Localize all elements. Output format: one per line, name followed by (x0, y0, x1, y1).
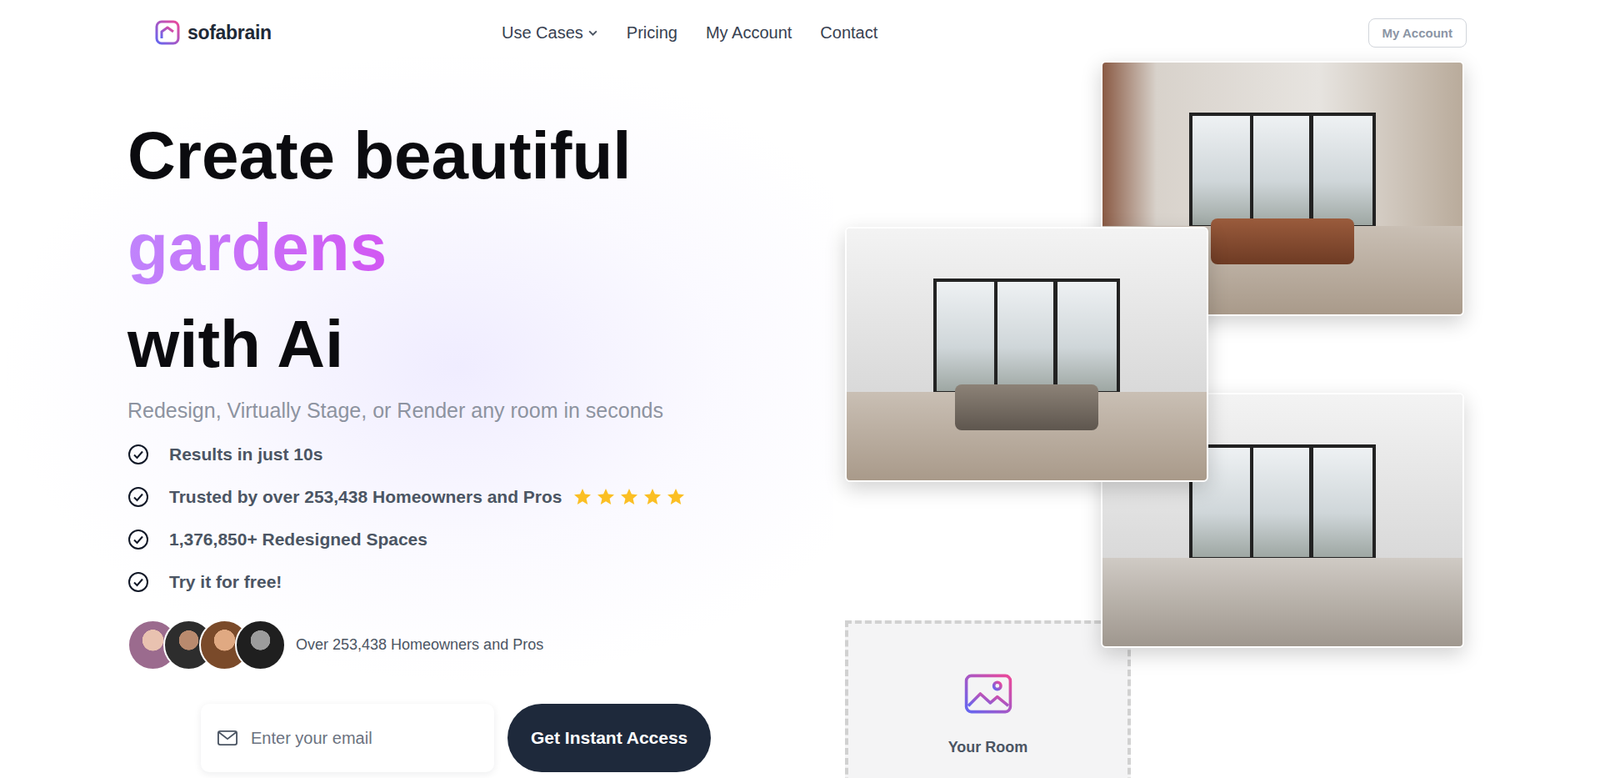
logo-house-icon (154, 19, 181, 46)
landing-page: sofabrain Use Cases Pricing My Account Conta… (0, 0, 1600, 778)
nav-item[interactable]: Use Cases (501, 23, 599, 43)
avatar (235, 619, 286, 670)
nav-item[interactable]: My Account (705, 23, 792, 43)
upload-label: Your Room (948, 738, 1029, 756)
hero: Create beautifulgardenswith Ai Redesign, … (0, 55, 845, 772)
feature-item: Try it for free! (127, 560, 845, 603)
email-field[interactable] (200, 703, 495, 772)
star-icon (595, 486, 616, 507)
star-icon (665, 486, 686, 507)
title-line: Create beautiful (127, 110, 845, 202)
feature-item: Trusted by over 253,438 Homeowners and P… (127, 475, 845, 518)
feature-item: 1,376,850+ Redesigned Spaces (127, 517, 845, 560)
star-icon (572, 486, 593, 507)
nav-item[interactable]: Contact (820, 23, 878, 43)
upload-dropzone[interactable]: Your Room (845, 620, 1131, 778)
title-line: with Ai (127, 298, 845, 390)
logo-text: sofabrain (187, 21, 272, 45)
nav-menu: Use Cases Pricing My Account Contact (501, 23, 878, 43)
star-icon (642, 486, 663, 507)
title-line: gardens (127, 201, 845, 299)
chevron-down-icon (587, 27, 599, 39)
mail-icon (215, 725, 240, 750)
account-button[interactable]: My Account (1368, 18, 1467, 48)
hero-subtitle: Redesign, Virtually Stage, or Render any… (127, 398, 845, 423)
star-icon (619, 486, 640, 507)
room-photo (845, 226, 1209, 482)
nav-item[interactable]: Pricing (626, 23, 678, 43)
signup-form: Get Instant Access (200, 703, 845, 772)
check-circle-icon (127, 570, 150, 593)
feature-list: Results in just 10sTrusted by over 253,4… (127, 432, 845, 603)
email-input[interactable] (249, 727, 480, 749)
avatar-group (127, 619, 286, 670)
social-proof: Over 253,438 Homeowners and Pros (127, 619, 845, 670)
check-circle-icon (127, 443, 150, 465)
logo[interactable]: sofabrain (154, 19, 280, 46)
star-rating (572, 486, 686, 507)
check-circle-icon (127, 485, 150, 508)
check-circle-icon (127, 528, 150, 550)
get-access-button[interactable]: Get Instant Access (507, 703, 711, 772)
top-nav: sofabrain Use Cases Pricing My Account Conta… (0, 0, 1600, 55)
hero-title: Create beautifulgardenswith Ai (127, 110, 845, 390)
image-icon (964, 673, 1013, 714)
feature-item: Results in just 10s (127, 432, 845, 475)
